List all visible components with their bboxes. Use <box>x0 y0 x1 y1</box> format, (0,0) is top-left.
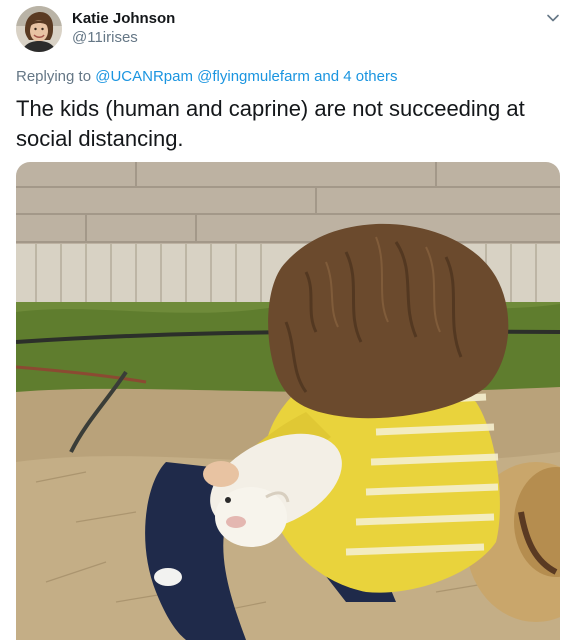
avatar[interactable] <box>16 6 62 52</box>
author-display-name[interactable]: Katie Johnson <box>72 10 175 28</box>
mention-link[interactable]: @flyingmulefarm <box>197 68 310 85</box>
replying-to-label: Replying to <box>16 68 92 85</box>
author-handle[interactable]: @11irises <box>72 29 138 47</box>
tweet-text: The kids (human and caprine) are not suc… <box>16 96 525 151</box>
tweet-card: Katie Johnson @11irises Replying to @UCA… <box>0 0 571 640</box>
chevron-down-icon[interactable] <box>544 9 562 27</box>
tweet-photo[interactable] <box>16 162 560 640</box>
mention-link[interactable]: @UCANRpam <box>95 68 193 85</box>
others-link[interactable]: and 4 others <box>314 68 397 85</box>
photo-image <box>16 162 560 640</box>
avatar-photo <box>16 6 62 52</box>
replying-to: Replying to @UCANRpam @flyingmulefarm an… <box>16 68 397 86</box>
